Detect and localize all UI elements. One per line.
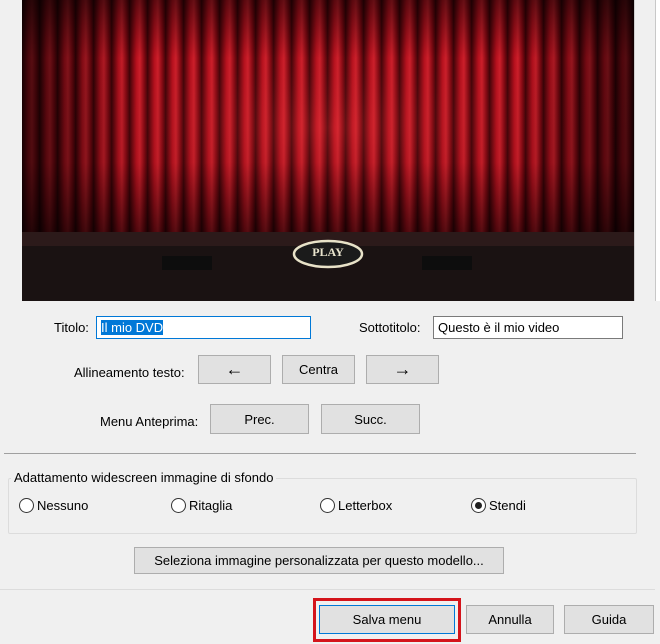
title-label: Titolo:	[54, 320, 89, 335]
subtitle-label: Sottotitolo:	[359, 320, 421, 335]
radio-selected-icon	[471, 498, 486, 513]
cancel-button[interactable]: Annulla	[466, 605, 554, 634]
highlight-box	[313, 598, 461, 642]
radio-letterbox-label: Letterbox	[338, 498, 393, 513]
align-left-button[interactable]: ←	[198, 355, 271, 384]
radio-stendi-label: Stendi	[489, 498, 526, 513]
menu-preview-label: Menu Anteprima:	[100, 414, 199, 429]
radio-circle-icon	[19, 498, 34, 513]
menu-preview-image: PLAY	[22, 0, 634, 301]
select-custom-image-button[interactable]: Seleziona immagine personalizzata per qu…	[134, 547, 504, 574]
previous-button[interactable]: Prec.	[210, 404, 309, 434]
subtitle-input[interactable]: Questo è il mio video	[433, 316, 623, 339]
radio-ritaglia[interactable]: Ritaglia	[171, 498, 232, 513]
window-edge	[655, 0, 660, 301]
help-button[interactable]: Guida	[564, 605, 654, 634]
radio-circle-icon	[320, 498, 335, 513]
radio-circle-icon	[171, 498, 186, 513]
alignment-label: Allineamento testo:	[74, 365, 185, 380]
radio-ritaglia-label: Ritaglia	[189, 498, 233, 513]
align-right-button[interactable]: →	[366, 355, 439, 384]
widescreen-group-title: Adattamento widescreen immagine di sfond…	[11, 470, 277, 485]
title-input[interactable]: Il mio DVD	[96, 316, 311, 339]
radio-stendi[interactable]: Stendi	[471, 498, 526, 513]
section-separator	[4, 453, 636, 454]
arrow-left-icon: ←	[225, 359, 244, 379]
play-button-label: PLAY	[312, 245, 344, 259]
arrow-right-icon: →	[393, 359, 412, 379]
align-center-button[interactable]: Centra	[282, 355, 355, 384]
radio-letterbox[interactable]: Letterbox	[320, 498, 392, 513]
footer-separator	[0, 589, 655, 590]
next-button[interactable]: Succ.	[321, 404, 420, 434]
radio-nessuno-label: Nessuno	[37, 498, 89, 513]
title-input-value: Il mio DVD	[101, 320, 164, 335]
radio-nessuno[interactable]: Nessuno	[19, 498, 88, 513]
